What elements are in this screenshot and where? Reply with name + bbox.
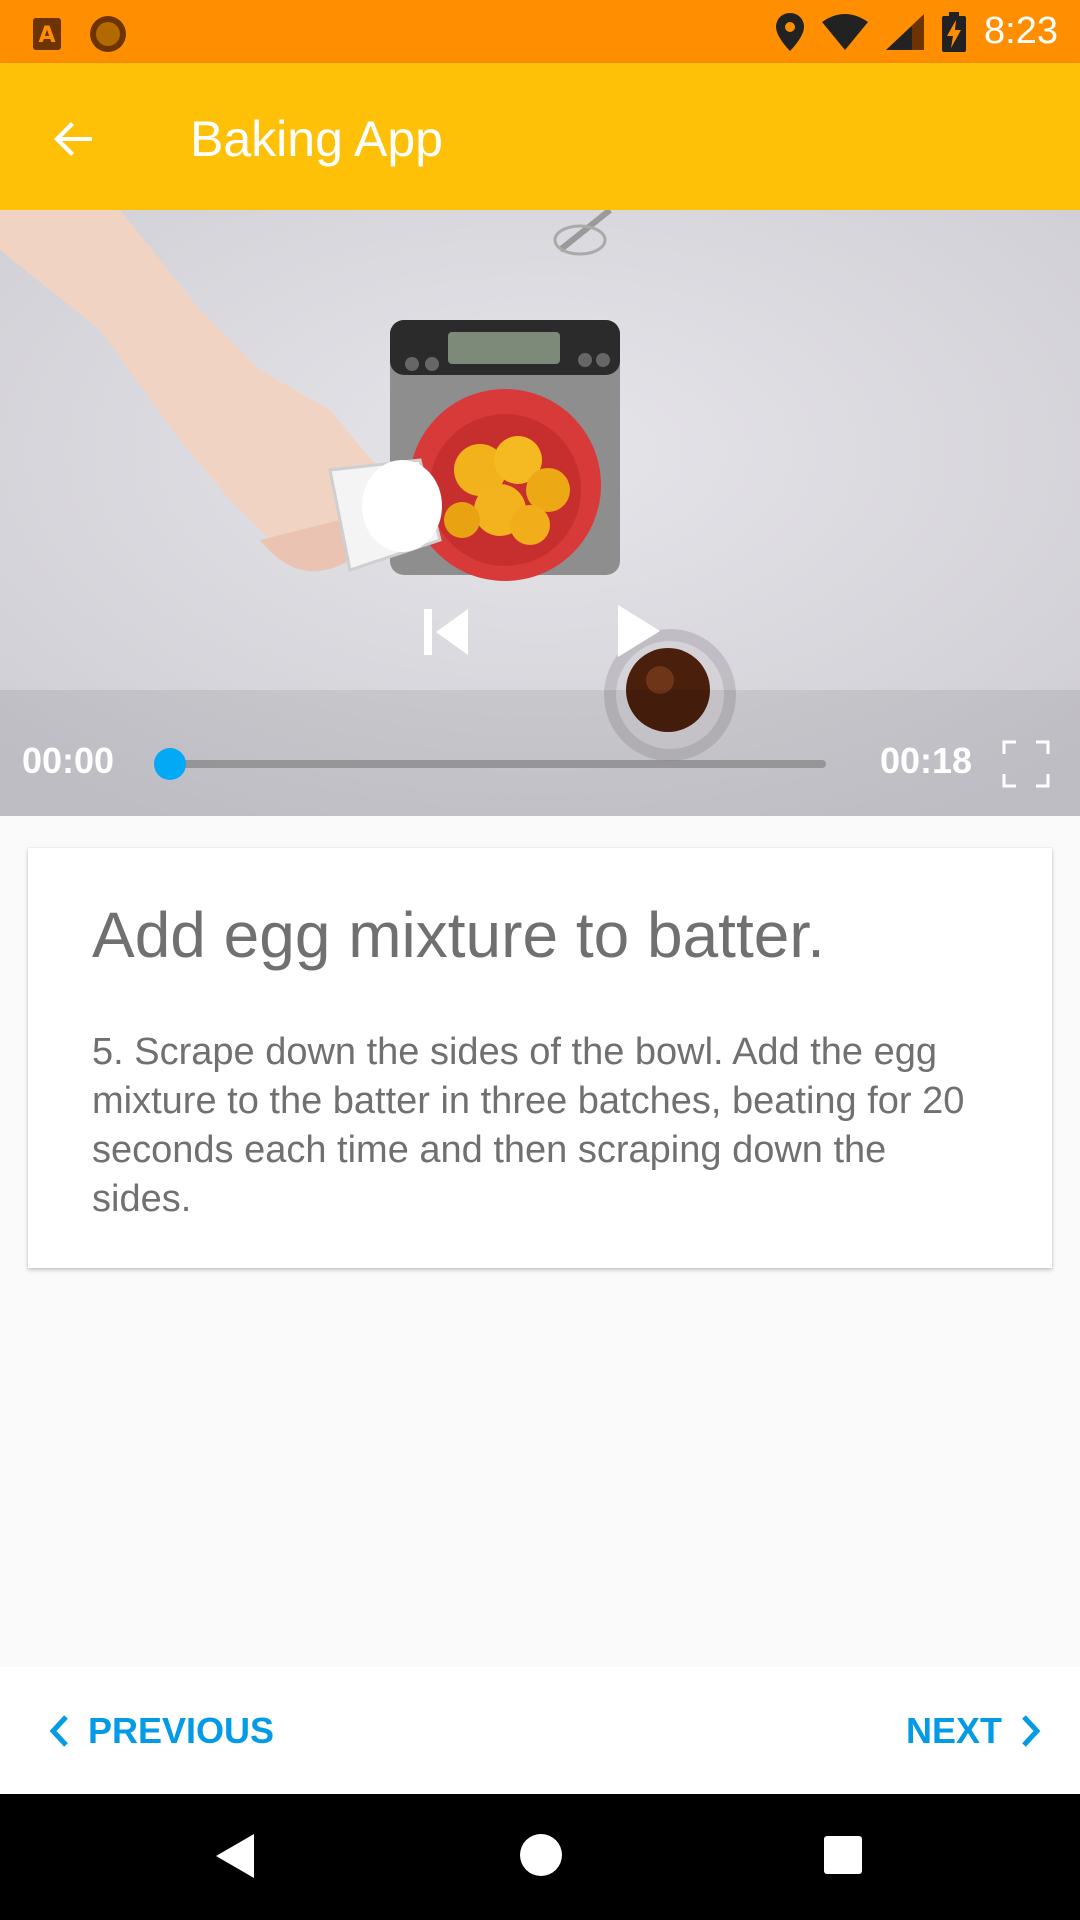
video-player[interactable]: 00:00 00:18	[0, 210, 1080, 816]
previous-button[interactable]	[420, 605, 470, 664]
a-notification-icon: A	[33, 18, 61, 50]
status-bar: A 8:23	[0, 0, 1080, 63]
system-nav-bar	[0, 1794, 1080, 1920]
app-title: Baking App	[190, 111, 443, 167]
next-label: NEXT	[905, 1709, 1002, 1751]
arrow-back-icon	[54, 122, 92, 156]
step-description: 5. Scrape down the sides of the bowl. Ad…	[92, 1031, 965, 1220]
svg-text:A: A	[38, 23, 55, 48]
chevron-right-icon	[1022, 1714, 1041, 1747]
recents-square-icon[interactable]	[822, 1834, 864, 1876]
circle-notification-icon	[90, 16, 126, 52]
back-button[interactable]	[44, 109, 104, 169]
wifi-icon	[822, 13, 869, 50]
previous-label: PREVIOUS	[88, 1709, 275, 1751]
back-triangle-icon[interactable]	[214, 1832, 256, 1880]
previous-icon	[424, 609, 468, 655]
next-step-button[interactable]: NEXT	[906, 1667, 1042, 1794]
play-button[interactable]	[612, 603, 662, 664]
step-navigation: PREVIOUS NEXT	[0, 1667, 1080, 1794]
seek-thumb[interactable]	[154, 748, 186, 780]
app-bar: Baking App	[0, 63, 1080, 210]
seek-bar[interactable]	[170, 760, 826, 768]
battery-charging-icon	[942, 11, 967, 52]
duration-time: 00:18	[880, 740, 973, 781]
signal-icon	[886, 13, 925, 50]
fullscreen-icon	[1002, 740, 1050, 788]
play-icon	[618, 605, 660, 657]
home-circle-icon[interactable]	[518, 1832, 564, 1878]
step-card: Add egg mixture to batter. 5. Scrape dow…	[28, 848, 1052, 1268]
chevron-left-icon	[49, 1714, 68, 1747]
status-time: 8:23	[984, 10, 1058, 52]
previous-step-button[interactable]: PREVIOUS	[48, 1667, 274, 1794]
location-icon	[776, 12, 805, 51]
video-frame	[0, 210, 1080, 816]
current-time: 00:00	[22, 740, 115, 781]
fullscreen-button[interactable]	[1002, 740, 1050, 793]
step-title: Add egg mixture to batter.	[92, 899, 825, 971]
